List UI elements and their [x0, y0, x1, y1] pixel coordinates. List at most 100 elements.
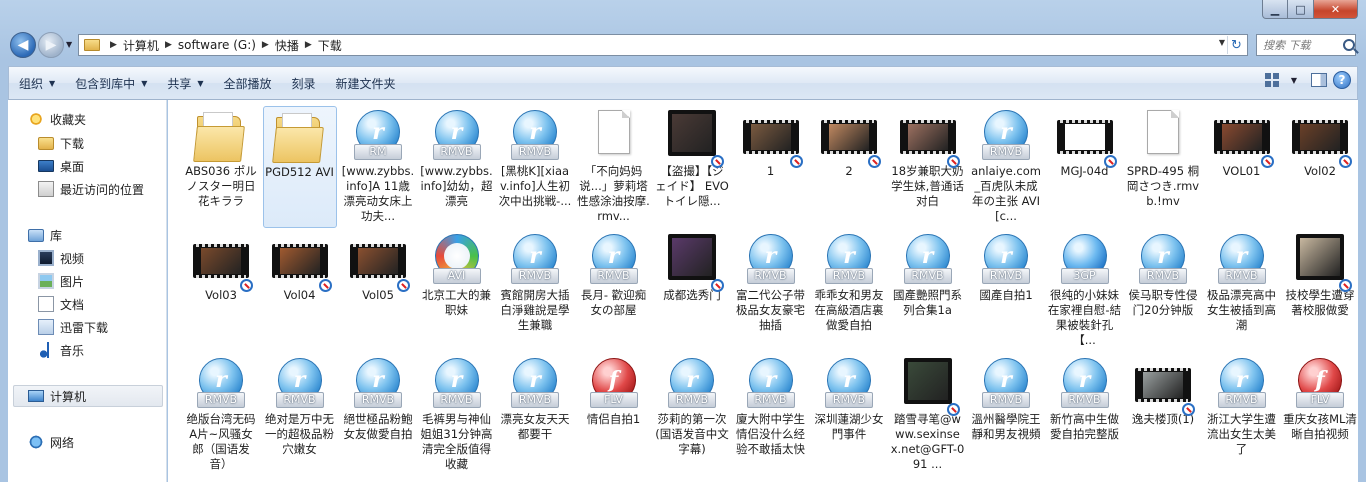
share-label: 共享: [167, 76, 192, 91]
nav-xunlei[interactable]: 迅雷下载: [38, 316, 108, 338]
nav-favorites[interactable]: 收藏夹: [28, 108, 86, 130]
file-item[interactable]: r RMVB 新竹高中生做愛自拍完整版: [1048, 354, 1122, 476]
file-item[interactable]: r RMVB 侯马职专性侵门20分钟版: [1126, 230, 1200, 352]
file-type-label: 3GP: [1060, 268, 1109, 284]
file-item[interactable]: r RM [www.zybbs.info]A 11歳漂亮动女床上功夫...: [341, 106, 415, 228]
file-item[interactable]: 18岁兼职大奶学生妹,普通话对白: [891, 106, 965, 228]
nav-music[interactable]: 音乐: [38, 339, 84, 361]
burn-button[interactable]: 刻录: [282, 70, 326, 96]
file-item[interactable]: 2: [812, 106, 886, 228]
file-item[interactable]: r RMVB 绝版台湾无码A片~风骚女郎（国语发音）: [184, 354, 258, 476]
file-item[interactable]: 【盗撮】【ジェイド】 EVO トイレ隠...: [655, 106, 729, 228]
file-item[interactable]: PGD512 AVI: [262, 106, 337, 228]
file-item[interactable]: r RMVB 莎莉的第一次 (国语发音中文字幕): [655, 354, 729, 476]
breadcrumb-computer[interactable]: 计算机: [123, 37, 159, 54]
video-thumbnail-icon: [1290, 110, 1352, 168]
file-item[interactable]: Vol04: [263, 230, 337, 352]
refresh-icon[interactable]: ↻: [1227, 36, 1245, 54]
file-item[interactable]: r RMVB 賓館開房大插白淨雞說是學生兼職: [498, 230, 572, 352]
chevron-right-icon[interactable]: ▶: [165, 40, 172, 50]
nav-network[interactable]: 网络: [28, 431, 74, 453]
realmedia-icon: r RMVB: [1212, 358, 1272, 410]
file-item[interactable]: r RMVB 乖乖女和男友在高級酒店裏做愛自拍: [812, 230, 886, 352]
nav-libraries[interactable]: 库: [28, 224, 62, 246]
video-thumbnail-icon: [1055, 110, 1117, 168]
nav-pictures[interactable]: 图片: [38, 270, 84, 292]
file-item[interactable]: 「不向妈妈说...」萝莉塔性感涂油按摩.rmv...: [577, 106, 651, 228]
file-item[interactable]: r RMVB 漂亮女友天天都要干: [498, 354, 572, 476]
file-item[interactable]: MGJ-04d: [1048, 106, 1122, 228]
nav-computer[interactable]: 计算机: [13, 385, 163, 407]
chevron-right-icon[interactable]: ▶: [305, 40, 312, 50]
file-item[interactable]: 3GP 很纯的小妹妹在家裡自慰-結果被裝針孔【...: [1048, 230, 1122, 352]
play-all-button[interactable]: 全部播放: [214, 70, 282, 96]
file-item[interactable]: r RMVB [黑桃K][xiaav.info]人生初次中出挑戦-...: [498, 106, 572, 228]
file-item[interactable]: VOL01: [1205, 106, 1279, 228]
file-item[interactable]: Vol03: [184, 230, 258, 352]
nav-recent[interactable]: 最近访问的位置: [38, 178, 144, 200]
file-type-label: RMVB: [746, 268, 795, 284]
file-item[interactable]: r RMVB 极品漂亮高中女生被插到高潮: [1205, 230, 1279, 352]
file-item[interactable]: 逸夫楼顶(1): [1126, 354, 1200, 476]
file-item[interactable]: 踏雪寻笔@www.sexinsex.net@GFT-091 ...: [891, 354, 965, 476]
view-dropdown-icon[interactable]: ▼: [1291, 76, 1297, 85]
file-item[interactable]: 技校學生遭穿著校服做愛: [1283, 230, 1357, 352]
search-input[interactable]: [1263, 38, 1341, 52]
address-dropdown-icon[interactable]: ▼: [1219, 38, 1225, 47]
breadcrumb-kuaibo[interactable]: 快播: [275, 37, 299, 54]
file-item[interactable]: ABS036 ポルノスター明日花キララ: [184, 106, 258, 228]
forward-button[interactable]: ▶: [38, 32, 64, 58]
file-item[interactable]: r RMVB 毛裤男与神仙姐姐31分钟高清完全版值得收藏: [420, 354, 494, 476]
file-name: 新竹高中生做愛自拍完整版: [1050, 412, 1119, 441]
recent-pages-dropdown[interactable]: ▼: [66, 40, 72, 49]
video-thumbnail-icon: [1133, 358, 1195, 416]
help-icon[interactable]: ?: [1333, 71, 1351, 89]
file-item[interactable]: AVI 北京工大的兼职妹: [420, 230, 494, 352]
realmedia-icon: r RMVB: [505, 234, 565, 286]
include-in-library-menu[interactable]: 包含到库中 ▼: [65, 70, 157, 96]
search-icon[interactable]: [1343, 39, 1355, 51]
nav-desktop[interactable]: 桌面: [38, 155, 84, 177]
close-button[interactable]: ✕: [1314, 0, 1358, 19]
organize-menu[interactable]: 组织 ▼: [9, 70, 65, 96]
file-item[interactable]: r RMVB 富二代公子带极品女友豪宅抽插: [734, 230, 808, 352]
address-bar[interactable]: ▶ 计算机 ▶ software (G:) ▶ 快播 ▶ 下载 ▼ ↻: [78, 34, 1248, 56]
file-name: 浙江大学生遭流出女生太美了: [1207, 412, 1276, 456]
nav-videos[interactable]: 视频: [38, 247, 84, 269]
chevron-right-icon[interactable]: ▶: [262, 40, 269, 50]
file-item[interactable]: Vol02: [1283, 106, 1357, 228]
file-item[interactable]: SPRD-495 桐岡さつき.rmvb.!mv: [1126, 106, 1200, 228]
new-folder-button[interactable]: 新建文件夹: [326, 70, 406, 96]
search-box[interactable]: [1256, 34, 1356, 56]
nav-downloads-label: 下载: [60, 136, 85, 151]
file-item[interactable]: r RMVB 廈大附中学生情侣没什么经验不敢插太快: [734, 354, 808, 476]
file-item[interactable]: r RMVB 绝对是万中无一的超极品粉穴嫩女: [263, 354, 337, 476]
file-item[interactable]: r RMVB 長月- 歡迎痴女の部屋: [577, 230, 651, 352]
chevron-right-icon[interactable]: ▶: [110, 40, 117, 50]
minimize-button[interactable]: ▁: [1262, 0, 1288, 19]
file-name: 北京工大的兼职妹: [422, 288, 491, 317]
change-view-icon[interactable]: [1264, 73, 1279, 87]
file-item[interactable]: f FLV 重庆女孩ML清晰自拍视频: [1283, 354, 1357, 476]
file-item[interactable]: f FLV 情侣自拍1: [577, 354, 651, 476]
file-name: [www.zybbs.info]A 11歳漂亮动女床上功夫...: [341, 164, 415, 223]
file-item[interactable]: r RMVB 絕世極品粉鮑女友做愛自拍: [341, 354, 415, 476]
file-item[interactable]: r RMVB 深圳蓮湖少女門事件: [812, 354, 886, 476]
preview-pane-icon[interactable]: [1311, 73, 1327, 87]
file-item[interactable]: r RMVB 浙江大学生遭流出女生太美了: [1205, 354, 1279, 476]
file-item[interactable]: r RMVB anlaiye.com_百虎队未成年の主张 AVI[c...: [969, 106, 1043, 228]
nav-documents[interactable]: 文档: [38, 293, 84, 315]
file-item[interactable]: 成都选秀门: [655, 230, 729, 352]
breadcrumb-drive[interactable]: software (G:): [178, 38, 256, 52]
share-menu[interactable]: 共享 ▼: [157, 70, 213, 96]
nav-downloads[interactable]: 下载: [38, 132, 84, 154]
file-item[interactable]: Vol05: [341, 230, 415, 352]
file-item[interactable]: r RMVB [www.zybbs.info]幼幼，超漂亮: [420, 106, 494, 228]
back-button[interactable]: ◀: [10, 32, 36, 58]
file-item[interactable]: 1: [734, 106, 808, 228]
breadcrumb-downloads[interactable]: 下载: [318, 37, 342, 54]
file-item[interactable]: r RMVB 國產艷照門系列合集1a: [891, 230, 965, 352]
maximize-button[interactable]: □: [1288, 0, 1314, 19]
file-item[interactable]: r RMVB 溫州醫學院王靜和男友視頻: [969, 354, 1043, 476]
file-item[interactable]: r RMVB 國產自拍1: [969, 230, 1043, 352]
